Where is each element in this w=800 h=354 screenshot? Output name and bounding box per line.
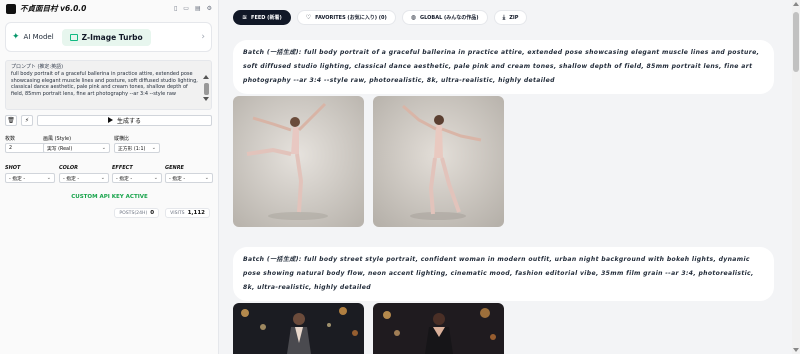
document-icon[interactable]: ▤ bbox=[195, 5, 201, 12]
prompt-label: プロンプト (推定:英語) bbox=[11, 64, 64, 70]
effect-label: EFFECT bbox=[112, 165, 133, 171]
shot-value: - 指定 - bbox=[9, 176, 26, 182]
ai-model-label-group: ✦ AI Model bbox=[12, 32, 54, 42]
download-icon: ⤓ bbox=[502, 13, 506, 21]
generate-button[interactable]: 生成する bbox=[37, 114, 212, 126]
posts-stat: POSTS(24H) 0 bbox=[114, 208, 160, 218]
tab-feed[interactable]: ≋ FEED (新着) bbox=[233, 10, 291, 25]
color-label: COLOR bbox=[59, 165, 79, 171]
batch-prompt-card: Batch (一括生成): full body portrait of a gr… bbox=[233, 40, 774, 94]
tab-zip[interactable]: ⤓ ZIP bbox=[493, 10, 528, 25]
style-group: 画風 (Style) 実写 (Real) ⌄ bbox=[43, 135, 110, 153]
app-logo bbox=[6, 3, 16, 14]
batch-prompt-card: Batch (一括生成): full body street style por… bbox=[233, 247, 774, 301]
genre-select[interactable]: - 指定 - ⌄ bbox=[165, 173, 213, 183]
posts-label: POSTS(24H) bbox=[119, 210, 148, 216]
scroll-up-arrow[interactable] bbox=[793, 2, 799, 6]
app-title: 不貞面目村 v6.0.0 bbox=[20, 4, 87, 13]
sidebar: 不貞面目村 v6.0.0 ▯ ▭ ▤ ⚙ ✦ AI Model Z-Image … bbox=[0, 0, 219, 354]
ratio-group: 縦横比 正方形 (1:1) ⌄ bbox=[114, 135, 160, 153]
color-group: COLOR - 指定 - ⌄ bbox=[59, 165, 109, 183]
chevron-right-icon[interactable]: › bbox=[201, 32, 205, 42]
visits-value: 1,112 bbox=[187, 210, 205, 216]
tab-global-label: GLOBAL (みんなの作品) bbox=[420, 15, 479, 21]
chevron-down-icon: ⌄ bbox=[100, 175, 105, 181]
effect-select[interactable]: - 指定 - ⌄ bbox=[112, 173, 162, 183]
stats: POSTS(24H) 0 VISITS 1,112 bbox=[114, 208, 210, 218]
generated-image[interactable] bbox=[373, 96, 504, 227]
sidebar-header: 不貞面目村 v6.0.0 ▯ ▭ ▤ ⚙ bbox=[0, 0, 218, 17]
shot-select[interactable]: - 指定 - ⌄ bbox=[5, 173, 55, 183]
scroll-down-arrow[interactable] bbox=[793, 348, 799, 352]
ballerina-image-1 bbox=[233, 96, 364, 227]
book-icon[interactable]: ▯ bbox=[174, 5, 177, 12]
quick-button[interactable]: ⚡ bbox=[21, 114, 33, 126]
genre-label: GENRE bbox=[165, 165, 184, 171]
street-image-1 bbox=[233, 303, 364, 354]
shot-label: SHOT bbox=[5, 165, 21, 171]
prompt-text[interactable]: full body portrait of a graceful balleri… bbox=[11, 71, 201, 111]
tab-global[interactable]: ◍ GLOBAL (みんなの作品) bbox=[401, 10, 488, 25]
generate-label: 生成する bbox=[116, 117, 141, 125]
api-key-status: CUSTOM API KEY ACTIVE bbox=[71, 194, 148, 200]
genre-value: - 指定 - bbox=[169, 176, 186, 182]
prompt-textarea[interactable]: プロンプト (推定:英語) full body portrait of a gr… bbox=[5, 60, 212, 110]
generated-image[interactable] bbox=[233, 303, 364, 354]
style-value: 実写 (Real) bbox=[47, 146, 73, 152]
selected-model-name: Z-Image Turbo bbox=[81, 32, 143, 42]
chevron-down-icon: ⌄ bbox=[204, 175, 209, 181]
effect-group: EFFECT - 指定 - ⌄ bbox=[112, 165, 162, 183]
tab-favorites[interactable]: ♡ FAVORITES (お気に入り) (0) bbox=[296, 10, 396, 25]
ballerina-image-2 bbox=[373, 96, 504, 227]
chevron-down-icon: ⌄ bbox=[46, 175, 51, 181]
gear-icon[interactable]: ⚙ bbox=[207, 5, 212, 12]
ratio-value: 正方形 (1:1) bbox=[118, 146, 146, 152]
prompt-scroll-thumb[interactable] bbox=[204, 83, 209, 95]
tab-bar: ≋ FEED (新着) ♡ FAVORITES (お気に入り) (0) ◍ GL… bbox=[233, 10, 528, 25]
scroll-down-arrow[interactable] bbox=[203, 97, 209, 101]
style-select[interactable]: 実写 (Real) ⌄ bbox=[43, 143, 110, 153]
chevron-down-icon: ⌄ bbox=[101, 145, 106, 151]
shot-group: SHOT - 指定 - ⌄ bbox=[5, 165, 55, 183]
delete-button[interactable]: 🗑 bbox=[5, 114, 17, 126]
genre-group: GENRE - 指定 - ⌄ bbox=[165, 165, 213, 183]
trash-icon: 🗑 bbox=[7, 116, 15, 124]
copy-icon[interactable]: ▭ bbox=[183, 5, 189, 12]
street-image-2 bbox=[373, 303, 504, 354]
layers-icon: ≋ bbox=[242, 14, 248, 21]
sparkle-icon: ✦ bbox=[12, 32, 20, 42]
play-icon bbox=[107, 117, 113, 123]
generated-image[interactable] bbox=[233, 96, 364, 227]
visits-stat: VISITS 1,112 bbox=[165, 208, 210, 218]
ratio-select[interactable]: 正方形 (1:1) ⌄ bbox=[114, 143, 160, 153]
action-row: 🗑 ⚡ 生成する bbox=[5, 114, 212, 126]
tab-favorites-label: FAVORITES (お気に入り) (0) bbox=[315, 15, 387, 21]
tab-feed-label: FEED (新着) bbox=[251, 15, 282, 21]
globe-icon: ◍ bbox=[410, 14, 417, 21]
model-selector[interactable]: ✦ AI Model Z-Image Turbo › bbox=[5, 22, 212, 52]
style-label: 画風 (Style) bbox=[43, 136, 72, 142]
tab-zip-label: ZIP bbox=[509, 14, 519, 21]
generated-image[interactable] bbox=[373, 303, 504, 354]
heart-icon: ♡ bbox=[305, 14, 312, 21]
color-select[interactable]: - 指定 - ⌄ bbox=[59, 173, 109, 183]
selected-model-chip[interactable]: Z-Image Turbo bbox=[61, 28, 151, 46]
visits-label: VISITS bbox=[170, 210, 185, 216]
chevron-down-icon: ⌄ bbox=[151, 145, 156, 151]
main-scrollbar[interactable] bbox=[792, 0, 800, 354]
posts-value: 0 bbox=[150, 210, 155, 216]
effect-value: - 指定 - bbox=[116, 176, 133, 182]
batch-prompt-text: Batch (一括生成): full body street style por… bbox=[243, 256, 754, 291]
ratio-label: 縦横比 bbox=[114, 136, 130, 142]
scroll-thumb[interactable] bbox=[793, 12, 799, 72]
count-value: 2 bbox=[9, 145, 13, 151]
lightning-icon: ⚡ bbox=[24, 116, 30, 124]
chevron-down-icon: ⌄ bbox=[153, 175, 158, 181]
scroll-up-arrow[interactable] bbox=[203, 75, 209, 79]
batch-prompt-text: Batch (一括生成): full body portrait of a gr… bbox=[243, 49, 760, 84]
ai-model-label: AI Model bbox=[23, 33, 54, 41]
color-value: - 指定 - bbox=[63, 176, 80, 182]
image-icon bbox=[69, 33, 78, 41]
main-feed: ≋ FEED (新着) ♡ FAVORITES (お気に入り) (0) ◍ GL… bbox=[219, 0, 800, 354]
